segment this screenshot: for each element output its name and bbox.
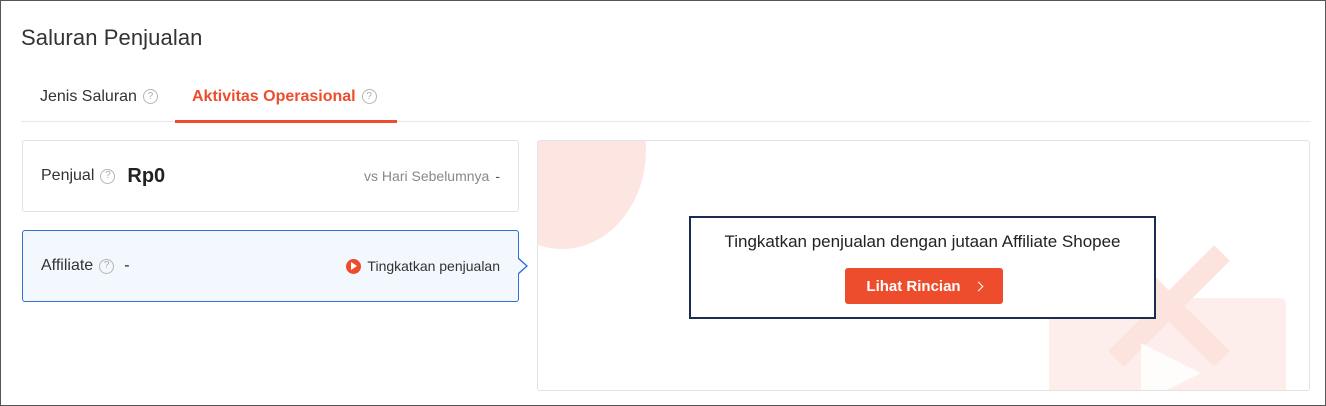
boost-icon [346, 258, 362, 274]
card-value: Rp0 [127, 164, 166, 187]
compare-value: - [495, 168, 500, 184]
tab-label: Jenis Saluran [40, 87, 137, 105]
card-value: - [124, 257, 130, 274]
play-illustration [1141, 343, 1201, 390]
boost-sales-label: Tingkatkan penjualan [367, 258, 500, 274]
promo-text: Tingkatkan penjualan dengan jutaan Affil… [724, 232, 1121, 251]
selection-pointer [517, 257, 528, 275]
tab-label: Aktivitas Operasional [192, 87, 356, 105]
help-icon[interactable]: ? [142, 89, 158, 104]
help-icon[interactable]: ? [361, 89, 377, 104]
help-icon[interactable]: ? [99, 258, 115, 274]
compare-label: vs Hari Sebelumnya [364, 168, 490, 184]
sales-channel-widget: Saluran Penjualan Jenis Saluran ? Aktivi… [0, 0, 1326, 406]
tab-jenis-saluran[interactable]: Jenis Saluran ? [40, 71, 158, 122]
decorative-circle [538, 141, 646, 249]
chevron-right-icon [973, 281, 984, 291]
card-label: Penjual [41, 167, 95, 184]
penjual-card[interactable]: Penjual ? Rp0 vs Hari Sebelumnya - [22, 140, 519, 212]
tab-bar: Jenis Saluran ? Aktivitas Operasional ? [21, 71, 1311, 123]
card-label: Affiliate [41, 257, 94, 274]
tab-aktivitas-operasional[interactable]: Aktivitas Operasional ? [175, 71, 397, 123]
affiliate-card[interactable]: Affiliate ? - Tingkatkan penjualan [22, 230, 519, 302]
button-label: Lihat Rincian [866, 277, 961, 295]
affiliate-promo-box: Tingkatkan penjualan dengan jutaan Affil… [689, 216, 1156, 319]
boost-sales-link[interactable]: Tingkatkan penjualan [346, 231, 500, 301]
page-title: Saluran Penjualan [21, 25, 203, 50]
view-details-button[interactable]: Lihat Rincian [845, 268, 1003, 304]
help-icon[interactable]: ? [100, 168, 116, 184]
